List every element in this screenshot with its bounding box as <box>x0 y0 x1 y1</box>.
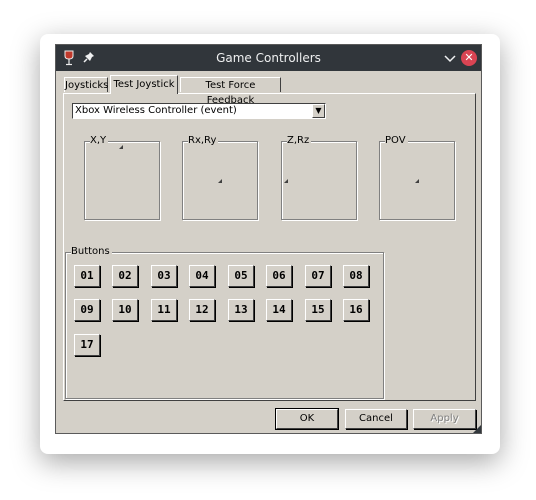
axis-label: X,Y <box>90 135 109 147</box>
tab-test-force-feedback[interactable]: Test Force Feedback <box>180 77 281 106</box>
joystick-button-16: 16 <box>343 299 369 321</box>
joystick-button-03: 03 <box>151 265 177 287</box>
joystick-button-05: 05 <box>228 265 254 287</box>
axis-xy-box: X,Y <box>84 135 160 220</box>
tab-joysticks[interactable]: Joysticks <box>64 77 108 92</box>
joystick-button-02: 02 <box>112 265 138 287</box>
axis-xy-cursor <box>119 145 123 149</box>
ok-button[interactable]: OK <box>275 408 339 430</box>
device-select-value: Xbox Wireless Controller (event) <box>75 105 237 116</box>
joystick-button-14: 14 <box>266 299 292 321</box>
tab-label: Joysticks <box>65 80 109 91</box>
joystick-button-09: 09 <box>74 299 100 321</box>
window-title: Game Controllers <box>216 51 321 65</box>
device-select[interactable]: Xbox Wireless Controller (event) ▼ <box>72 103 326 119</box>
joystick-button-08: 08 <box>343 265 369 287</box>
axis-zrz-box: Z,Rz <box>281 135 357 220</box>
axis-pov-box: POV <box>379 135 455 220</box>
axis-zrz-cursor <box>284 179 288 183</box>
joystick-button-13: 13 <box>228 299 254 321</box>
chevron-down-icon[interactable]: ▼ <box>312 104 325 118</box>
axis-pov-cursor <box>415 179 419 183</box>
buttons-group-label: Buttons <box>71 246 112 258</box>
axis-rxry-box: Rx,Ry <box>182 135 258 220</box>
title-bar[interactable]: Game Controllers ✕ <box>56 45 481 71</box>
tab-test-joystick[interactable]: Test Joystick <box>110 75 178 94</box>
axis-label: Rx,Ry <box>188 135 219 147</box>
joystick-button-10: 10 <box>112 299 138 321</box>
joystick-button-17: 17 <box>74 334 100 356</box>
cancel-button[interactable]: Cancel <box>345 409 407 429</box>
joystick-button-15: 15 <box>305 299 331 321</box>
joystick-button-04: 04 <box>189 265 215 287</box>
tab-label: Test Joystick <box>113 79 175 90</box>
axis-label: POV <box>385 135 408 147</box>
axis-rxry-cursor <box>218 179 222 183</box>
joystick-button-01: 01 <box>74 265 100 287</box>
joystick-button-07: 07 <box>305 265 331 287</box>
buttons-group: Buttons 01 02 03 04 05 06 07 08 09 10 11… <box>65 246 384 399</box>
joystick-button-12: 12 <box>189 299 215 321</box>
chevron-down-icon[interactable] <box>442 50 458 66</box>
close-icon[interactable]: ✕ <box>461 50 477 66</box>
joystick-button-11: 11 <box>151 299 177 321</box>
axis-label: Z,Rz <box>287 135 312 147</box>
joystick-button-06: 06 <box>266 265 292 287</box>
resize-grip[interactable] <box>473 425 481 433</box>
apply-button[interactable]: Apply <box>413 409 476 429</box>
game-controllers-window: Game Controllers ✕ Joysticks Test Joysti… <box>55 44 482 434</box>
